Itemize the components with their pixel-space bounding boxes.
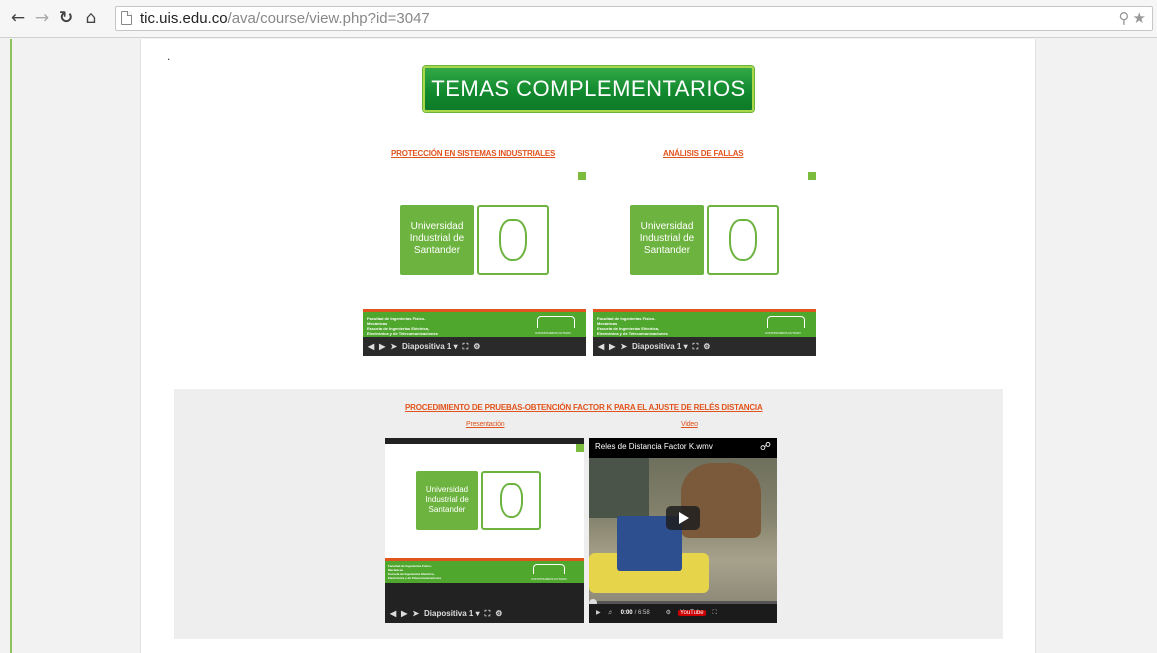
settings-icon[interactable]: ⚙ (495, 609, 502, 618)
next-slide-icon[interactable]: ➤ (620, 342, 627, 351)
uis-logo-text: Universidad Industrial de Santander (416, 471, 478, 530)
stray-dot: . (167, 49, 171, 63)
uis-logo-mark (707, 205, 779, 275)
star-icon[interactable]: ★ (1133, 9, 1146, 27)
prev-slide-icon[interactable]: ◀ (390, 609, 396, 618)
link-proteccion[interactable]: PROTECCIÓN EN SISTEMAS INDUSTRIALES (391, 149, 555, 158)
slide-footer-text: Facultad de Ingenierías Físico- Mecánicas… (388, 564, 442, 580)
address-bar[interactable]: tic.uis.edu.co/ava/course/view.php?id=30… (115, 6, 1153, 31)
next-slide-icon[interactable]: ➤ (390, 342, 397, 351)
reload-icon[interactable]: ↻ (56, 8, 76, 28)
fullscreen-icon[interactable]: ⛶ (713, 610, 717, 616)
page-icon (121, 11, 132, 25)
volume-icon[interactable]: ♬ (608, 610, 614, 616)
share-icon[interactable]: ☍ (760, 440, 771, 453)
time-current: 0:00 (620, 610, 633, 616)
play-slide-icon[interactable]: ▶ (379, 342, 385, 351)
settings-icon[interactable]: ⚙ (703, 342, 710, 351)
back-arrow-icon[interactable]: ← (8, 8, 28, 28)
slide-controls: ◀ ▶ ➤ Diapositiva 1 ▾ ⛶ ⚙ (593, 337, 816, 356)
settings-icon[interactable]: ⚙ (473, 342, 480, 351)
course-side-rule (10, 39, 12, 653)
slide-embed-presentacion[interactable]: Universidad Industrial de Santander Facult… (385, 438, 584, 623)
home-icon[interactable]: ⌂ (81, 8, 101, 28)
link-analisis[interactable]: ANÁLISIS DE FALLAS (663, 149, 744, 158)
play-button[interactable] (666, 506, 700, 530)
fullscreen-icon[interactable]: ⛶ (463, 342, 469, 351)
fullscreen-icon[interactable]: ⛶ (693, 342, 699, 351)
slide-controls: ◀ ▶ ➤ Diapositiva 1 ▾ ⛶ ⚙ (385, 604, 584, 623)
time-total: / 6:58 (634, 610, 650, 616)
play-slide-icon[interactable]: ▶ (609, 342, 615, 351)
course-content: . TEMAS COMPLEMENTARIOS PROTECCIÓN EN SI… (140, 39, 1036, 653)
prev-slide-icon[interactable]: ◀ (368, 342, 374, 351)
browser-toolbar: ← → ↻ ⌂ tic.uis.edu.co/ava/course/view.p… (0, 0, 1157, 38)
url-path: /ava/course/view.php?id=3047 (227, 10, 430, 27)
uis-logo-mark (477, 205, 549, 275)
video-thumbnail (589, 458, 777, 604)
slide-embed-analisis[interactable]: Universidad Industrial de Santander Facult… (593, 172, 816, 356)
slide-selector[interactable]: Diapositiva 1 ▾ (632, 342, 688, 351)
settings-icon[interactable]: ⚙ (666, 610, 671, 616)
link-video[interactable]: Video (681, 421, 698, 428)
fullscreen-icon[interactable]: ⛶ (485, 609, 491, 618)
slide-footer-text: Facultad de Ingenierías Físico- Mecánicas… (597, 316, 668, 336)
video-controls: ▶ ♬ 0:00/ 6:58 ⚙ YouTube ⛶ (589, 604, 777, 623)
slide-selector[interactable]: Diapositiva 1 ▾ (402, 342, 458, 351)
section-banner: TEMAS COMPLEMENTARIOS (423, 66, 754, 112)
link-procedimiento[interactable]: PROCEDIMIENTO DE PRUEBAS-OBTENCIÓN FACTO… (405, 403, 763, 412)
uis-arch-icon (767, 316, 805, 328)
slide-embed-proteccion[interactable]: Universidad Industrial de Santander Facult… (363, 172, 586, 356)
uis-arch-icon (533, 564, 565, 574)
uis-logo-mark (481, 471, 541, 530)
next-slide-icon[interactable]: ➤ (412, 609, 419, 618)
forward-arrow-icon[interactable]: → (32, 8, 52, 28)
play-icon[interactable]: ▶ (596, 610, 601, 616)
url-text[interactable]: tic.uis.edu.co/ava/course/view.php?id=30… (140, 10, 430, 27)
prev-slide-icon[interactable]: ◀ (598, 342, 604, 351)
uis-logo-text: Universidad Industrial de Santander (630, 205, 704, 275)
link-presentacion[interactable]: Presentación (466, 421, 505, 428)
play-slide-icon[interactable]: ▶ (401, 609, 407, 618)
slide-controls: ◀ ▶ ➤ Diapositiva 1 ▾ ⛶ ⚙ (363, 337, 586, 356)
uis-logo-text: Universidad Industrial de Santander (400, 205, 474, 275)
search-icon[interactable]: ⚲ (1119, 9, 1130, 27)
video-embed[interactable]: Reles de Distancia Factor K.wmv ☍ ▶ ♬ 0:00… (589, 438, 777, 623)
youtube-logo[interactable]: YouTube (678, 610, 706, 616)
url-host: tic.uis.edu.co (140, 10, 228, 27)
uis-arch-icon (537, 316, 575, 328)
slide-footer-text: Facultad de Ingenierías Físico- Mecánicas… (367, 316, 438, 336)
video-title[interactable]: Reles de Distancia Factor K.wmv (595, 442, 713, 451)
slide-selector[interactable]: Diapositiva 1 ▾ (424, 609, 480, 618)
